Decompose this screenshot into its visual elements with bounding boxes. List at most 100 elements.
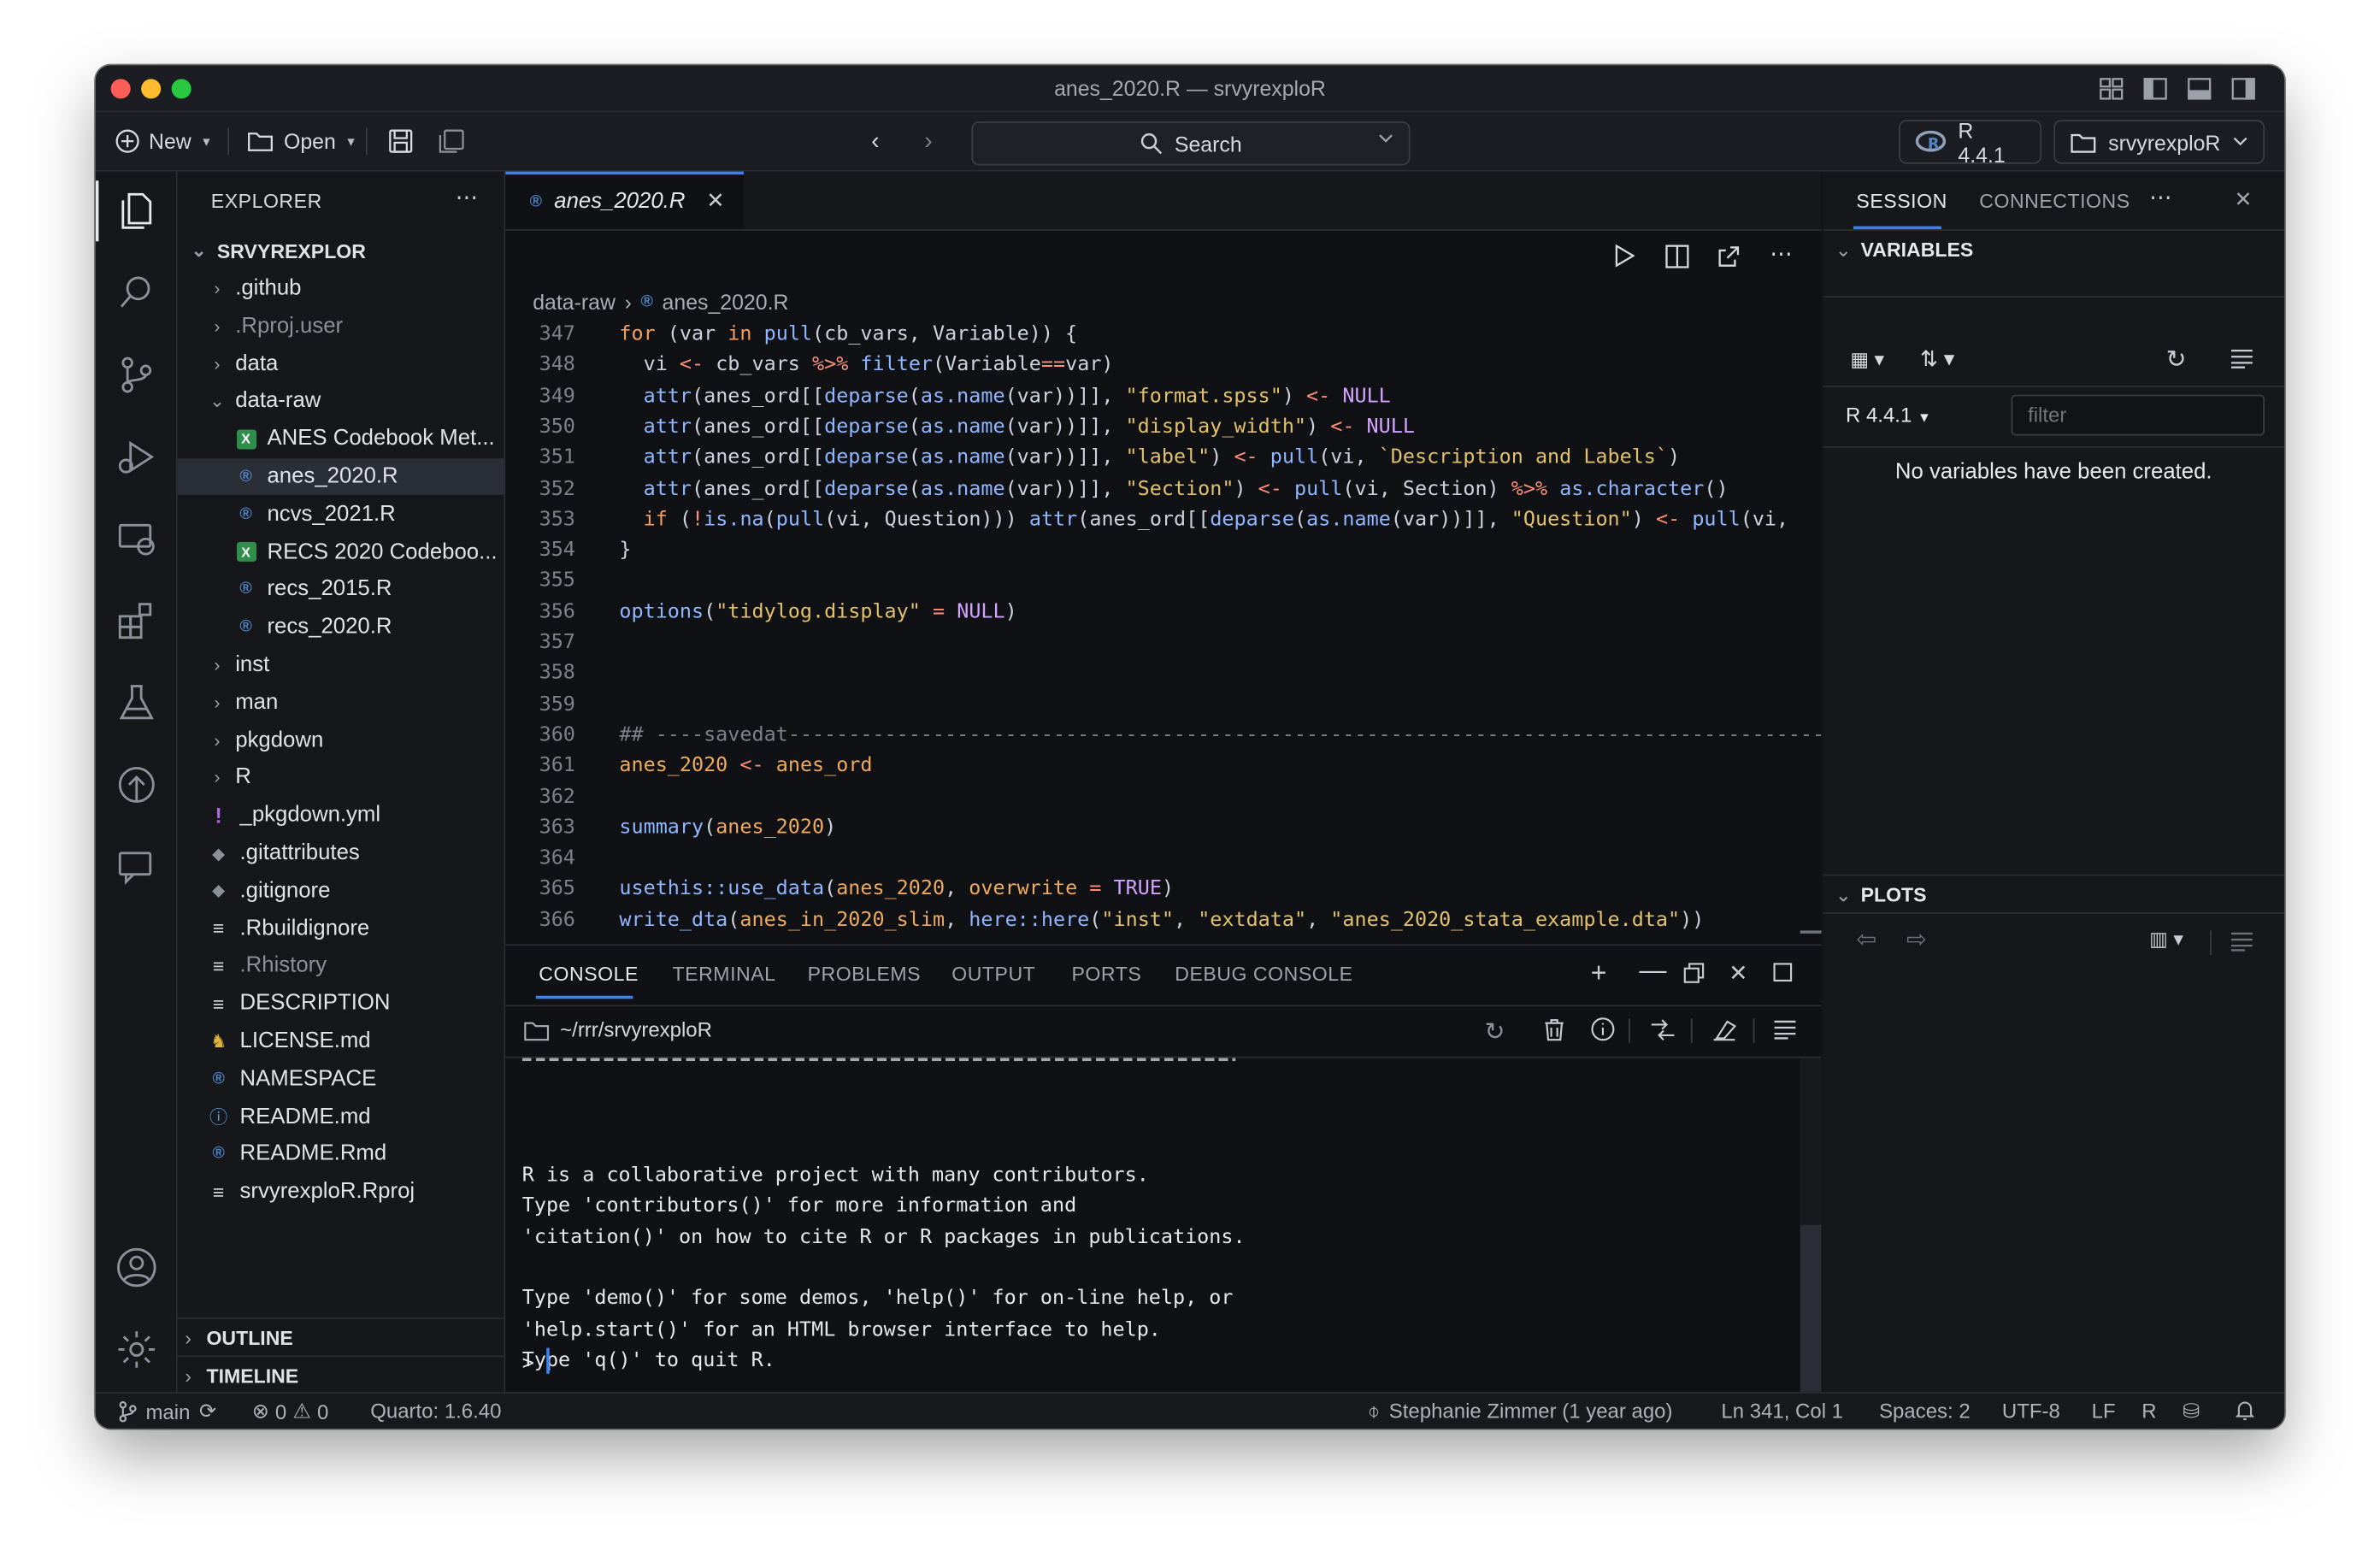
open-menu-button[interactable]: Open ▼ [247, 126, 357, 156]
testing-flask-icon[interactable] [117, 683, 156, 722]
plot-layout-menu-icon[interactable]: ▥ ▾ [2149, 928, 2183, 952]
restart-icon[interactable]: ↻ [1484, 1017, 1505, 1048]
back-arrow-icon[interactable]: ‹ [871, 129, 879, 156]
next-plot-icon[interactable]: ⇨ [1906, 924, 1927, 955]
file-tree-item[interactable]: › .Rproj.user [178, 308, 504, 345]
cursor-position[interactable]: Ln 341, Col 1 [1721, 1400, 1843, 1423]
search-icon[interactable] [117, 274, 156, 313]
restore-icon[interactable] [1683, 963, 1705, 984]
code-line[interactable]: attr(anes_ord[[deparse(as.name(var))]], … [619, 477, 1729, 500]
remote-explorer-icon[interactable] [117, 519, 156, 558]
file-tree-item[interactable]: ◆ .gitattributes [178, 835, 504, 872]
file-tree-item[interactable]: ® recs_2020.R [178, 609, 504, 645]
file-tree-item[interactable]: ⓘ README.md [178, 1099, 504, 1135]
transfer-icon[interactable] [1650, 1018, 1676, 1041]
comments-icon[interactable] [117, 847, 156, 887]
file-tree-item[interactable]: ® ncvs_2021.R [178, 496, 504, 533]
file-tree-item[interactable]: ! _pkgdown.yml [178, 797, 504, 834]
variables-filter-input[interactable] [2011, 394, 2265, 436]
run-debug-icon[interactable] [117, 437, 156, 476]
source-control-icon[interactable] [117, 355, 156, 394]
code-line[interactable]: usethis::use_data(anes_2020, overwrite =… [619, 878, 1174, 901]
file-tree-item[interactable]: › pkgdown [178, 722, 504, 758]
quarto-version[interactable]: Quarto: 1.6.40 [370, 1400, 501, 1423]
code-line[interactable]: ## ----savedat--------------------------… [619, 724, 1969, 747]
file-tree-item[interactable]: › data [178, 345, 504, 382]
variables-section-header[interactable]: ⌄ VARIABLES [1835, 239, 1974, 262]
code-line[interactable]: attr(anes_ord[[deparse(as.name(var))]], … [619, 416, 1415, 439]
encoding[interactable]: UTF-8 [2002, 1400, 2060, 1423]
file-tree-item[interactable]: ® anes_2020.R [177, 458, 504, 495]
settings-gear-icon[interactable] [117, 1329, 156, 1369]
clear-variables-icon[interactable] [2230, 349, 2253, 368]
explorer-root-folder[interactable]: ⌄ SRVYREXPLOR [178, 233, 504, 269]
notifications-bell-icon[interactable] [2236, 1400, 2254, 1421]
file-tree-item[interactable]: X ANES Codebook Met... [178, 421, 504, 457]
indentation[interactable]: Spaces: 2 [1879, 1400, 1971, 1423]
tab-connections[interactable]: CONNECTIONS [1979, 190, 2130, 213]
more-actions-icon[interactable]: ⋯ [1770, 240, 1793, 267]
info-icon[interactable] [1591, 1017, 1615, 1041]
account-icon[interactable] [117, 1247, 156, 1288]
file-tree-item[interactable]: ♞ LICENSE.md [178, 1023, 504, 1060]
minimize-icon[interactable]: — [1640, 955, 1667, 987]
customize-layout-icon[interactable] [2100, 78, 2124, 101]
refresh-icon[interactable]: ↻ [2166, 345, 2187, 375]
file-tree-item[interactable]: › .github [178, 270, 504, 307]
previous-plot-icon[interactable]: ⇦ [1856, 924, 1876, 955]
project-selector[interactable]: srvyrexploR [2053, 120, 2265, 164]
file-tree-item[interactable]: ◆ .gitignore [178, 873, 504, 910]
clear-plots-icon[interactable] [2230, 932, 2253, 952]
working-directory[interactable]: ~/rrr/srvyrexploR [560, 1018, 712, 1041]
file-tree-item[interactable]: ® recs_2015.R [178, 571, 504, 608]
file-tree-item[interactable]: ≡ srvyrexploR.Rproj [178, 1174, 504, 1211]
clear-console-icon[interactable] [1712, 1018, 1737, 1041]
code-line[interactable]: write_dta(anes_in_2020_slim, here::here(… [619, 909, 1704, 932]
split-editor-icon[interactable] [1665, 245, 1689, 268]
file-tree-item[interactable]: ® README.Rmd [178, 1136, 504, 1173]
problems-status[interactable]: ⊗ 0 ⚠ 0 [252, 1400, 329, 1423]
r-interpreter-button[interactable]: R R 4.4.1 [1899, 118, 2042, 166]
code-line[interactable]: summary(anes_2020) [619, 816, 836, 840]
grouping-menu-icon[interactable]: ▦ ▾ [1850, 348, 1884, 372]
file-tree-item[interactable]: ≡ .Rbuildignore [178, 911, 504, 947]
save-all-icon[interactable] [439, 129, 464, 153]
file-tree-item[interactable]: ≡ DESCRIPTION [178, 986, 504, 1023]
line-ending[interactable]: LF [2092, 1400, 2116, 1423]
toggle-panel-icon[interactable] [2187, 78, 2212, 101]
more-actions-icon[interactable]: ⋯ [2149, 184, 2172, 211]
outline-section[interactable]: › OUTLINE [177, 1317, 504, 1355]
close-icon[interactable]: ✕ [2235, 186, 2253, 212]
close-icon[interactable]: ✕ [706, 190, 725, 214]
trash-icon[interactable] [1544, 1018, 1565, 1041]
file-tree-item[interactable]: › inst [178, 646, 504, 683]
code-line[interactable]: vi <- cb_vars %>% filter(Variable==var) [619, 354, 1114, 377]
code-line[interactable]: } [619, 539, 631, 562]
git-blame-status[interactable]: ⌽ Stephanie Zimmer (1 year ago) [1368, 1400, 1673, 1423]
file-tree-item[interactable]: ® NAMESPACE [178, 1061, 504, 1098]
code-line[interactable]: if (!is.na(pull(vi, Question))) attr(ane… [619, 508, 1789, 531]
code-line[interactable]: for (var in pull(cb_vars, Variable)) { [619, 323, 1077, 346]
plus-icon[interactable]: + [1591, 958, 1607, 989]
file-tree-item[interactable]: ⌄ data-raw [178, 383, 504, 420]
timeline-section[interactable]: › TIMELINE [177, 1355, 504, 1394]
save-icon[interactable] [389, 129, 413, 153]
breadcrumb-file[interactable]: anes_2020.R [663, 290, 789, 314]
console-scrollbar[interactable] [1800, 1058, 1822, 1393]
panel-tab-debug-console[interactable]: DEBUG CONSOLE [1175, 963, 1352, 986]
explorer-files-icon[interactable] [117, 192, 156, 231]
file-tree-item[interactable]: X RECS 2020 Codeboo... [178, 533, 504, 570]
open-in-new-window-icon[interactable] [1717, 245, 1741, 268]
code-line[interactable]: attr(anes_ord[[deparse(as.name(var))]], … [619, 385, 1391, 408]
close-icon[interactable]: ✕ [1729, 959, 1747, 987]
tab-session[interactable]: SESSION [1856, 190, 1947, 213]
forward-arrow-icon[interactable]: › [924, 129, 932, 156]
file-tree-item[interactable]: ≡ .Rhistory [178, 948, 504, 985]
plots-section-header[interactable]: ⌄ PLOTS [1835, 883, 1927, 907]
new-menu-button[interactable]: New ▼ [115, 126, 212, 156]
sort-menu-icon[interactable]: ⇅ ▾ [1920, 346, 1954, 372]
extensions-icon[interactable] [117, 601, 156, 640]
r-session-selector[interactable]: R 4.4.1 ▼ [1846, 404, 1931, 427]
tab-anes-2020[interactable]: ® anes_2020.R ✕ [505, 171, 744, 230]
panel-tab-problems[interactable]: PROBLEMS [808, 963, 922, 986]
